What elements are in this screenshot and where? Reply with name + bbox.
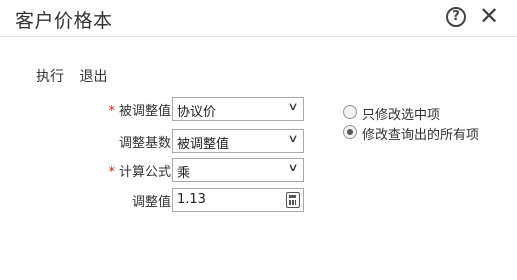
close-icon[interactable]: ✕ (479, 2, 499, 30)
radio-label: 只修改选中项 (362, 108, 441, 123)
required-marker: * (108, 104, 115, 119)
dialog-title: 客户价格本 (15, 10, 113, 32)
radio-button-checked[interactable] (343, 125, 357, 139)
chevron-down-icon: ∨ (287, 100, 299, 113)
adjust-base-label: 调整基数 (118, 136, 171, 151)
form-row-formula: * 计算公式 乘 ∨ (0, 158, 320, 182)
adjust-base-select[interactable]: 被调整值 ∨ (172, 129, 304, 153)
form-row-adjust-amount: 调整值 1.13 (0, 188, 320, 212)
adjust-amount-label: 调整值 (131, 195, 171, 210)
radio-button[interactable] (343, 105, 357, 119)
required-marker: * (108, 165, 115, 180)
help-icon[interactable]: ? (446, 7, 466, 27)
adjusted-value-select[interactable]: 协议价 ∨ (172, 97, 304, 121)
adjust-amount-value: 1.13 (177, 192, 206, 207)
form-row-adjusted-value: * 被调整值 协议价 ∨ (0, 97, 320, 121)
adjust-base-selected: 被调整值 (177, 137, 230, 152)
form-row-adjust-base: 调整基数 被调整值 ∨ (0, 129, 320, 153)
toolbar: 执行 退出 (36, 66, 118, 86)
chevron-down-icon: ∨ (287, 161, 299, 174)
formula-selected: 乘 (177, 166, 191, 181)
adjusted-value-label: * 被调整值 (108, 104, 171, 119)
chevron-down-icon: ∨ (287, 132, 299, 145)
formula-label: * 计算公式 (108, 165, 171, 180)
execute-button[interactable]: 执行 (36, 69, 64, 85)
formula-select[interactable]: 乘 ∨ (172, 158, 304, 182)
dialog-titlebar: 客户价格本 ? ✕ (0, 0, 517, 37)
adjust-amount-input[interactable]: 1.13 (172, 188, 304, 212)
exit-button[interactable]: 退出 (79, 69, 107, 85)
adjusted-value-selected: 协议价 (177, 105, 217, 120)
radio-label: 修改查询出的所有项 (362, 128, 480, 143)
calculator-icon[interactable] (286, 192, 300, 208)
